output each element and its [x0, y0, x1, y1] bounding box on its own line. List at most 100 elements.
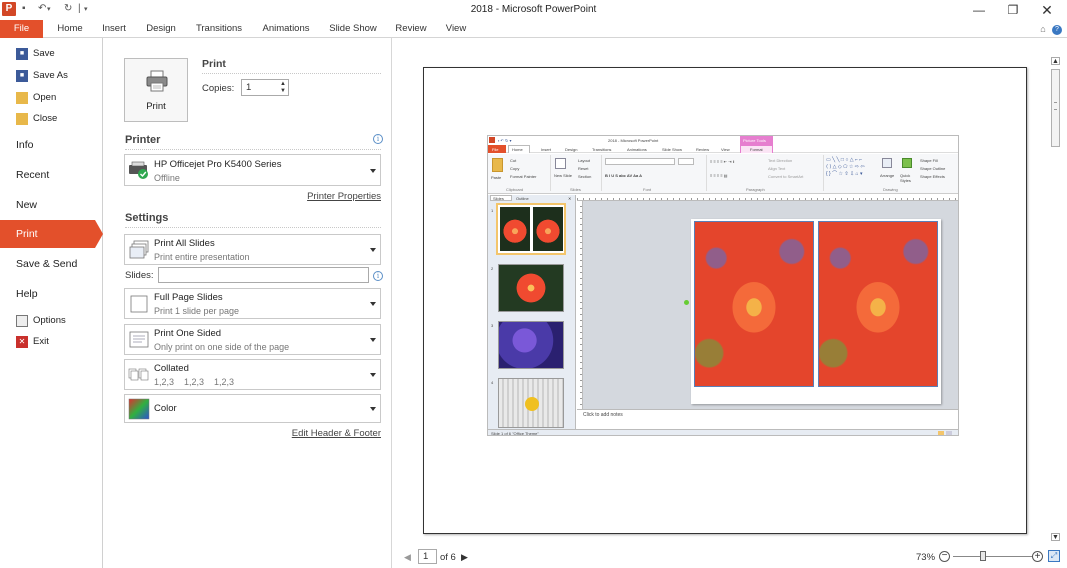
printer-dropdown[interactable]: HP Officejet Pro K5400 Series Offline	[124, 154, 381, 186]
mini-thumbnail-3	[498, 321, 564, 369]
scroll-up-icon[interactable]: ▲	[1051, 57, 1060, 65]
mini-tab-insert: Insert	[541, 147, 552, 152]
mini-tab-animations: Animations	[627, 147, 647, 152]
nav-options-label: Options	[33, 315, 66, 326]
zoom-slider[interactable]	[953, 556, 1033, 557]
customize-qat-icon[interactable]: |	[78, 3, 81, 14]
slides-info-icon[interactable]: i	[373, 271, 383, 281]
mini-slide-area	[577, 195, 958, 409]
tab-review[interactable]: Review	[394, 20, 428, 38]
grip-icon	[1054, 102, 1057, 110]
zoom-slider-thumb[interactable]	[980, 551, 986, 561]
restore-icon[interactable]: ❐	[998, 0, 1028, 20]
tab-file[interactable]: File	[0, 20, 43, 38]
tab-insert[interactable]: Insert	[100, 20, 128, 38]
nav-save-send[interactable]: Save & Send	[0, 250, 103, 278]
ribbon-collapse-icon[interactable]: ⌂	[1037, 20, 1049, 38]
copies-value: 1	[246, 82, 252, 93]
mini-shape-fill: Shape Fill	[920, 158, 938, 163]
mini-shapes-gallery: ▭ ╲ ╲ □ ○ △ ⌐ ⌐ ⟨ ⟩ △ ◇ ⬠ ☆ ⇨ ⇦{ } ⌒ ☆ ⇧ …	[826, 157, 865, 177]
minimize-icon[interactable]: —	[964, 0, 994, 20]
mini-horizontal-ruler	[577, 195, 958, 201]
zoom-to-page-icon[interactable]: ⤢	[1048, 550, 1060, 562]
copies-down-icon[interactable]: ▼	[280, 88, 286, 94]
nav-selected-arrow	[95, 220, 103, 248]
window-title: 2018 - Microsoft PowerPoint	[470, 4, 597, 15]
nav-recent[interactable]: Recent	[0, 161, 103, 189]
collate-sub: 1,2,3 1,2,3 1,2,3	[154, 377, 235, 387]
layout-dropdown[interactable]: Full Page Slides Print 1 slide per page	[124, 288, 381, 319]
nav-print[interactable]: Print	[0, 220, 103, 248]
nav-save-as[interactable]: ■ Save As	[0, 66, 103, 86]
sides-dropdown[interactable]: Print One Sided Only print on one side o…	[124, 324, 381, 355]
mini-tab-format-label: Format	[750, 147, 763, 152]
nav-save-as-label: Save As	[33, 70, 68, 81]
nav-save[interactable]: ■ Save	[0, 44, 103, 64]
tab-view[interactable]: View	[444, 20, 468, 38]
mini-slide-num: 4	[491, 380, 494, 385]
zoom-in-icon[interactable]: +	[1032, 551, 1043, 562]
mini-font-box	[605, 158, 675, 165]
next-page-icon[interactable]: ▶	[461, 552, 468, 563]
printer-properties-link[interactable]: Printer Properties	[264, 191, 381, 202]
page-number-input[interactable]: 1	[418, 549, 437, 564]
nav-options[interactable]: Options	[0, 311, 103, 331]
slide-screenshot-image: ▪ ↶ ↻ ▾ 2018 - Microsoft PowerPoint Pict…	[487, 135, 959, 436]
mini-paste: Paste	[491, 175, 502, 180]
folder-open-icon	[16, 92, 28, 104]
color-icon	[128, 398, 150, 420]
zoom-level[interactable]: 73%	[916, 552, 935, 563]
nav-close[interactable]: Close	[0, 109, 103, 129]
printer-status: Offline	[154, 173, 180, 183]
printer-info-icon[interactable]: i	[373, 134, 383, 144]
nav-new[interactable]: New	[0, 191, 103, 219]
mini-group-font: Font	[643, 187, 652, 192]
nav-info[interactable]: Info	[0, 131, 103, 159]
scroll-thumb[interactable]	[1051, 69, 1060, 147]
tab-design[interactable]: Design	[144, 20, 178, 38]
edit-header-footer-link[interactable]: Edit Header & Footer	[254, 428, 381, 439]
mini-tab-transitions: Transitions	[592, 147, 612, 152]
full-page-slide-icon	[130, 295, 148, 313]
preview-scrollbar[interactable]: ▲ ▼	[1049, 55, 1062, 545]
previous-page-icon[interactable]: ◀	[404, 552, 411, 563]
collate-dropdown[interactable]: Collated 1,2,3 1,2,3 1,2,3	[124, 359, 381, 390]
mini-pane-tab-outline: Outline	[516, 196, 529, 201]
tab-slide-show[interactable]: Slide Show	[328, 20, 378, 38]
print-range-dropdown[interactable]: Print All Slides Print entire presentati…	[124, 234, 381, 265]
customize-qat-dropdown-icon[interactable]: ▾	[84, 5, 88, 13]
help-icon[interactable]: ?	[1051, 20, 1063, 38]
nav-help[interactable]: Help	[0, 280, 103, 308]
close-icon[interactable]: ✕	[1032, 0, 1062, 20]
chevron-down-icon	[370, 248, 376, 252]
redo-icon[interactable]: ↻	[64, 3, 72, 14]
copies-stepper[interactable]: 1 ▲ ▼	[241, 79, 289, 96]
print-settings-pane: Print Print Copies: 1 ▲ ▼ Printer i HP O…	[104, 38, 392, 568]
color-main: Color	[154, 403, 177, 414]
save-icon[interactable]: ▪	[22, 3, 26, 14]
undo-dropdown-icon[interactable]: ▾	[47, 5, 51, 13]
slides-input[interactable]	[158, 267, 369, 283]
tab-home[interactable]: Home	[55, 20, 85, 38]
tab-transitions[interactable]: Transitions	[194, 20, 244, 38]
color-dropdown[interactable]: Color	[124, 394, 381, 423]
mini-copy: Copy	[510, 166, 520, 171]
print-button[interactable]: Print	[124, 58, 188, 122]
scroll-down-icon[interactable]: ▼	[1051, 533, 1060, 541]
mini-format-painter: Format Painter	[510, 174, 537, 179]
copies-up-icon[interactable]: ▲	[280, 81, 286, 87]
zoom-out-icon[interactable]: −	[939, 551, 950, 562]
nav-open[interactable]: Open	[0, 88, 103, 108]
flower-image	[533, 207, 563, 251]
mini-view-sorter-icon	[946, 431, 952, 435]
collated-icon	[128, 368, 149, 381]
printer-icon	[146, 70, 168, 92]
tab-animations[interactable]: Animations	[260, 20, 312, 38]
undo-icon[interactable]: ↶	[38, 3, 46, 14]
mini-text-direction: Text Direction	[768, 158, 793, 163]
nav-exit[interactable]: ✕ Exit	[0, 332, 103, 352]
mini-picture-tools: Picture Tools	[740, 136, 773, 145]
rotate-handle-icon	[684, 300, 689, 305]
mini-notes-placeholder: Click to add notes	[583, 412, 623, 418]
mini-quick-styles: Quick Styles	[900, 173, 911, 183]
